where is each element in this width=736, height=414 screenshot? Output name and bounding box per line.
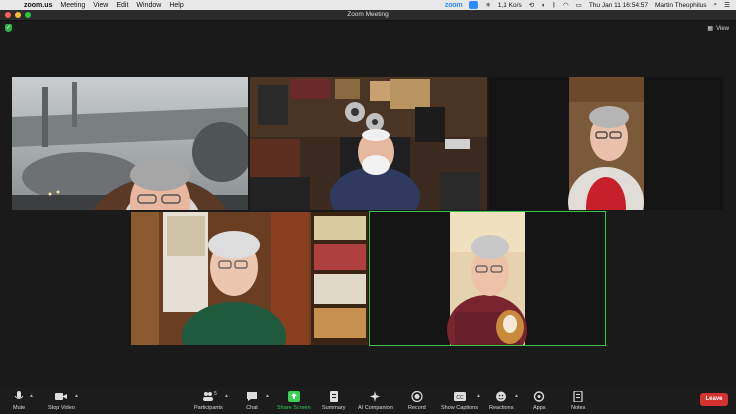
video-tile-1[interactable] — [12, 77, 248, 210]
microphone-icon — [14, 391, 24, 399]
menu-app[interactable]: zoom.us — [24, 2, 52, 9]
menu-clock[interactable]: Thu Jan 11 16:54:57 — [589, 2, 648, 9]
video-options-caret-icon[interactable]: ▲ — [74, 393, 79, 399]
svg-text:CC: CC — [456, 395, 464, 401]
bluetooth-icon[interactable]: ᛒ — [552, 2, 556, 9]
mute-options-caret-icon[interactable]: ▲ — [29, 393, 34, 399]
video-tile-2[interactable] — [250, 77, 487, 210]
show-captions-label: Show Captions — [441, 405, 478, 411]
chat-icon — [247, 392, 257, 401]
participants-icon — [203, 392, 214, 401]
record-button[interactable]: Record — [408, 391, 426, 411]
notes-button[interactable]: Notes — [571, 391, 585, 411]
reactions-icon — [496, 391, 507, 402]
control-center-icon[interactable]: ☰ — [724, 1, 730, 9]
show-captions-button[interactable]: CC Show Captions — [441, 391, 478, 411]
reactions-label: Reactions — [489, 405, 514, 411]
participant-video-4 — [131, 212, 368, 345]
participants-label: Participants — [194, 405, 223, 411]
window-titlebar: Zoom Meeting — [0, 10, 736, 21]
volume-icon[interactable]: ◖ — [541, 2, 545, 9]
menu-help[interactable]: Help — [169, 2, 183, 9]
window-title: Zoom Meeting — [347, 11, 389, 18]
apps-icon — [534, 391, 545, 402]
share-screen-icon — [287, 391, 300, 402]
sparkle-icon[interactable]: ✳ — [485, 1, 490, 9]
summary-icon — [329, 391, 338, 402]
captions-icon: CC — [453, 392, 466, 401]
participant-video-5 — [370, 212, 605, 345]
grid-view-icon: ▦ — [707, 26, 714, 32]
reactions-button[interactable]: Reactions — [489, 391, 513, 411]
apps-label: Apps — [533, 405, 546, 411]
menu-view[interactable]: View — [93, 2, 108, 9]
spotlight-icon[interactable]: ⌕ — [714, 1, 718, 9]
zoom-status-icon[interactable]: zoom — [445, 2, 463, 9]
mute-label: Mute — [13, 405, 26, 411]
notes-label: Notes — [571, 405, 586, 411]
ai-companion-label: AI Companion — [358, 405, 393, 411]
view-button[interactable]: ▦ View — [707, 25, 729, 33]
share-screen-label: Share Screen — [277, 405, 311, 411]
participants-button[interactable]: Participants — [194, 391, 223, 411]
participant-video-1 — [12, 77, 248, 210]
app-badge-icon[interactable] — [469, 1, 479, 9]
share-screen-button[interactable]: Share Screen — [277, 391, 311, 411]
menu-edit[interactable]: Edit — [116, 2, 128, 9]
menu-meeting[interactable]: Meeting — [60, 2, 85, 9]
notes-icon — [573, 391, 583, 402]
chat-label: Chat — [246, 405, 258, 411]
battery-icon[interactable]: ▭ — [576, 1, 582, 9]
menu-user[interactable]: Martin Theophilus — [655, 2, 707, 9]
mac-menubar: zoom.us Meeting View Edit Window Help zo… — [0, 0, 736, 10]
summary-label: Summary — [322, 405, 346, 411]
security-shield-icon[interactable]: ✓ — [5, 24, 12, 32]
wifi-icon[interactable]: ◠ — [563, 1, 569, 9]
record-icon — [411, 391, 423, 402]
mute-button[interactable]: Mute — [13, 391, 25, 411]
summary-button[interactable]: Summary — [322, 391, 346, 411]
ai-sparkle-icon — [370, 391, 381, 402]
reactions-caret-icon[interactable]: ▲ — [514, 393, 519, 399]
network-speed: 1,1 Ko/s — [497, 1, 522, 9]
view-label: View — [716, 25, 729, 32]
timemachine-icon[interactable]: ⟲ — [529, 1, 534, 9]
participants-caret-icon[interactable]: ▲ — [224, 393, 229, 399]
chat-button[interactable]: Chat — [246, 391, 258, 411]
menu-window[interactable]: Window — [136, 2, 161, 9]
video-tile-4[interactable] — [131, 212, 368, 345]
stop-video-label: Stop Video — [48, 405, 75, 411]
captions-caret-icon[interactable]: ▲ — [476, 393, 481, 399]
participant-video-3 — [489, 77, 723, 210]
video-tile-5-active-speaker[interactable] — [369, 211, 606, 346]
participant-video-2 — [250, 77, 487, 210]
video-tile-3[interactable] — [489, 77, 723, 210]
record-label: Record — [408, 405, 426, 411]
leave-button[interactable]: Leave — [700, 393, 728, 406]
participants-count: 5 — [214, 391, 217, 397]
chat-caret-icon[interactable]: ▲ — [265, 393, 270, 399]
meeting-toolbar: Mute ▲ Stop Video ▲ Participants 5 ▲ Cha… — [0, 388, 736, 414]
camera-icon — [55, 393, 68, 400]
stop-video-button[interactable]: Stop Video — [48, 391, 75, 411]
ai-companion-button[interactable]: AI Companion — [358, 391, 393, 411]
apps-button[interactable]: Apps — [533, 391, 546, 411]
